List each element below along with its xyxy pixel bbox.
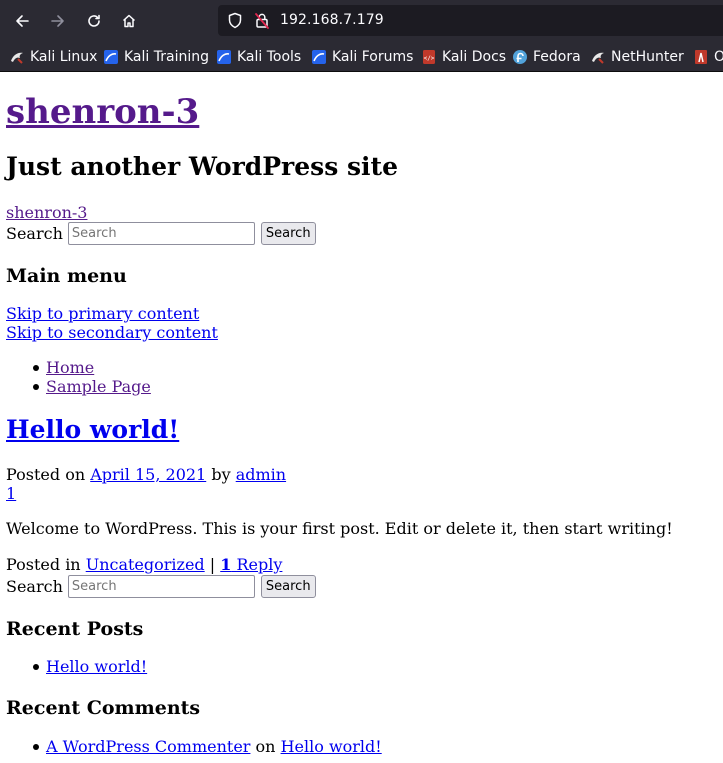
- bookmark-kali-training[interactable]: Kali Training: [103, 47, 209, 67]
- bookmark-nethunter[interactable]: NetHunter: [590, 47, 684, 67]
- menu-link-sample-page[interactable]: Sample Page: [46, 377, 151, 396]
- recent-posts-heading: Recent Posts: [6, 618, 144, 640]
- forward-button[interactable]: [43, 6, 73, 36]
- kali-forums-icon: [311, 49, 327, 65]
- menu-link-home[interactable]: Home: [46, 358, 94, 377]
- kali-docs-icon: </>: [421, 49, 437, 65]
- post-footer: Posted in Uncategorized | 1 Reply: [6, 555, 282, 575]
- breadcrumb: shenron-3: [6, 203, 87, 223]
- posted-in-label: Posted in: [6, 555, 81, 574]
- bookmarks-toolbar: Kali Linux Kali Training Kali Tools Kali…: [0, 42, 723, 72]
- by-label: by: [211, 465, 231, 484]
- sidebar-search-input[interactable]: [67, 575, 255, 598]
- sidebar-search-label: Search: [6, 576, 63, 596]
- back-button[interactable]: [7, 6, 37, 36]
- recent-comment-item: A WordPress Commenter on Hello world!: [6, 737, 382, 756]
- nethunter-icon: [590, 49, 606, 65]
- skip-links-secondary: Skip to secondary content: [6, 323, 218, 343]
- comment-post-link[interactable]: Hello world!: [281, 737, 382, 756]
- browser-chrome: 192.168.7.179 Kali Linux Kali Training K…: [0, 0, 723, 72]
- kali-dragon-icon: [9, 49, 25, 65]
- meta-separator: |: [209, 555, 216, 574]
- post-body: Welcome to WordPress. This is your first…: [6, 519, 673, 538]
- home-button[interactable]: [114, 6, 144, 36]
- bookmark-kali-tools[interactable]: Kali Tools: [216, 47, 301, 67]
- skip-to-primary-link[interactable]: Skip to primary content: [6, 304, 199, 323]
- reload-icon: [88, 14, 100, 27]
- reply-count: 1: [220, 555, 232, 574]
- reply-label: Reply: [236, 555, 283, 574]
- insecure-lock-icon[interactable]: [254, 12, 270, 33]
- post-title: Hello world!: [6, 415, 179, 445]
- main-menu-heading: Main menu: [6, 265, 127, 287]
- posted-on-label: Posted on: [6, 465, 86, 484]
- navigation-toolbar: 192.168.7.179: [0, 0, 723, 42]
- comment-count: 1: [6, 484, 16, 504]
- comment-author-link[interactable]: A WordPress Commenter: [46, 737, 250, 756]
- skip-to-secondary-link[interactable]: Skip to secondary content: [6, 323, 218, 342]
- post-title-link[interactable]: Hello world!: [6, 415, 179, 444]
- address-bar[interactable]: 192.168.7.179: [218, 5, 723, 36]
- skip-links: Skip to primary content: [6, 304, 199, 324]
- reply-link[interactable]: 1 Reply: [220, 555, 282, 574]
- post-author-link[interactable]: admin: [236, 465, 286, 484]
- site-description: Just another WordPress site: [6, 152, 399, 181]
- main-menu-list: Home Sample Page: [6, 358, 151, 396]
- site-title-link[interactable]: shenron-3: [6, 92, 199, 132]
- recent-comments-heading: Recent Comments: [6, 697, 201, 719]
- site-title: shenron-3: [6, 92, 199, 132]
- recent-posts-list: Hello world!: [6, 657, 147, 676]
- recent-comments-list: A WordPress Commenter on Hello world!: [6, 737, 382, 756]
- menu-item-sample-page: Sample Page: [6, 377, 151, 396]
- category-link[interactable]: Uncategorized: [86, 555, 205, 574]
- header-search-form: Search Search: [6, 222, 316, 245]
- recent-post-link[interactable]: Hello world!: [46, 657, 147, 676]
- comment-count-link[interactable]: 1: [6, 484, 16, 503]
- header-search-input[interactable]: [67, 222, 255, 245]
- tracking-shield-icon[interactable]: [227, 12, 243, 33]
- bookmark-fedora[interactable]: Fedora: [512, 47, 581, 67]
- sidebar-search-button[interactable]: Search: [260, 575, 316, 598]
- back-arrow-icon: [16, 15, 29, 27]
- post-meta: Posted on April 15, 2021 by admin: [6, 465, 286, 485]
- recent-post-item: Hello world!: [6, 657, 147, 676]
- fedora-icon: [512, 49, 528, 65]
- kali-tools-icon: [216, 49, 232, 65]
- comment-on-label: on: [255, 737, 276, 756]
- bookmark-kali-docs[interactable]: </> Kali Docs: [421, 47, 506, 67]
- bookmark-offsec[interactable]: O: [693, 47, 723, 67]
- svg-text:</>: </>: [424, 55, 435, 62]
- header-search-button[interactable]: Search: [260, 222, 316, 245]
- offsec-icon: [693, 49, 709, 65]
- post-date-link[interactable]: April 15, 2021: [90, 465, 206, 484]
- menu-item-home: Home: [6, 358, 151, 377]
- forward-arrow-icon: [51, 15, 64, 27]
- breadcrumb-home-link[interactable]: shenron-3: [6, 203, 87, 222]
- reload-button[interactable]: [79, 6, 109, 36]
- kali-training-icon: [103, 49, 119, 65]
- search-label: Search: [6, 223, 63, 243]
- bookmark-kali-forums[interactable]: Kali Forums: [311, 47, 413, 67]
- web-page: shenron-3 Just another WordPress site sh…: [0, 72, 723, 763]
- url-text: 192.168.7.179: [280, 12, 384, 28]
- home-icon: [122, 14, 136, 28]
- sidebar-search-form: Search Search: [6, 575, 316, 598]
- bookmark-kali-linux[interactable]: Kali Linux: [9, 47, 97, 67]
